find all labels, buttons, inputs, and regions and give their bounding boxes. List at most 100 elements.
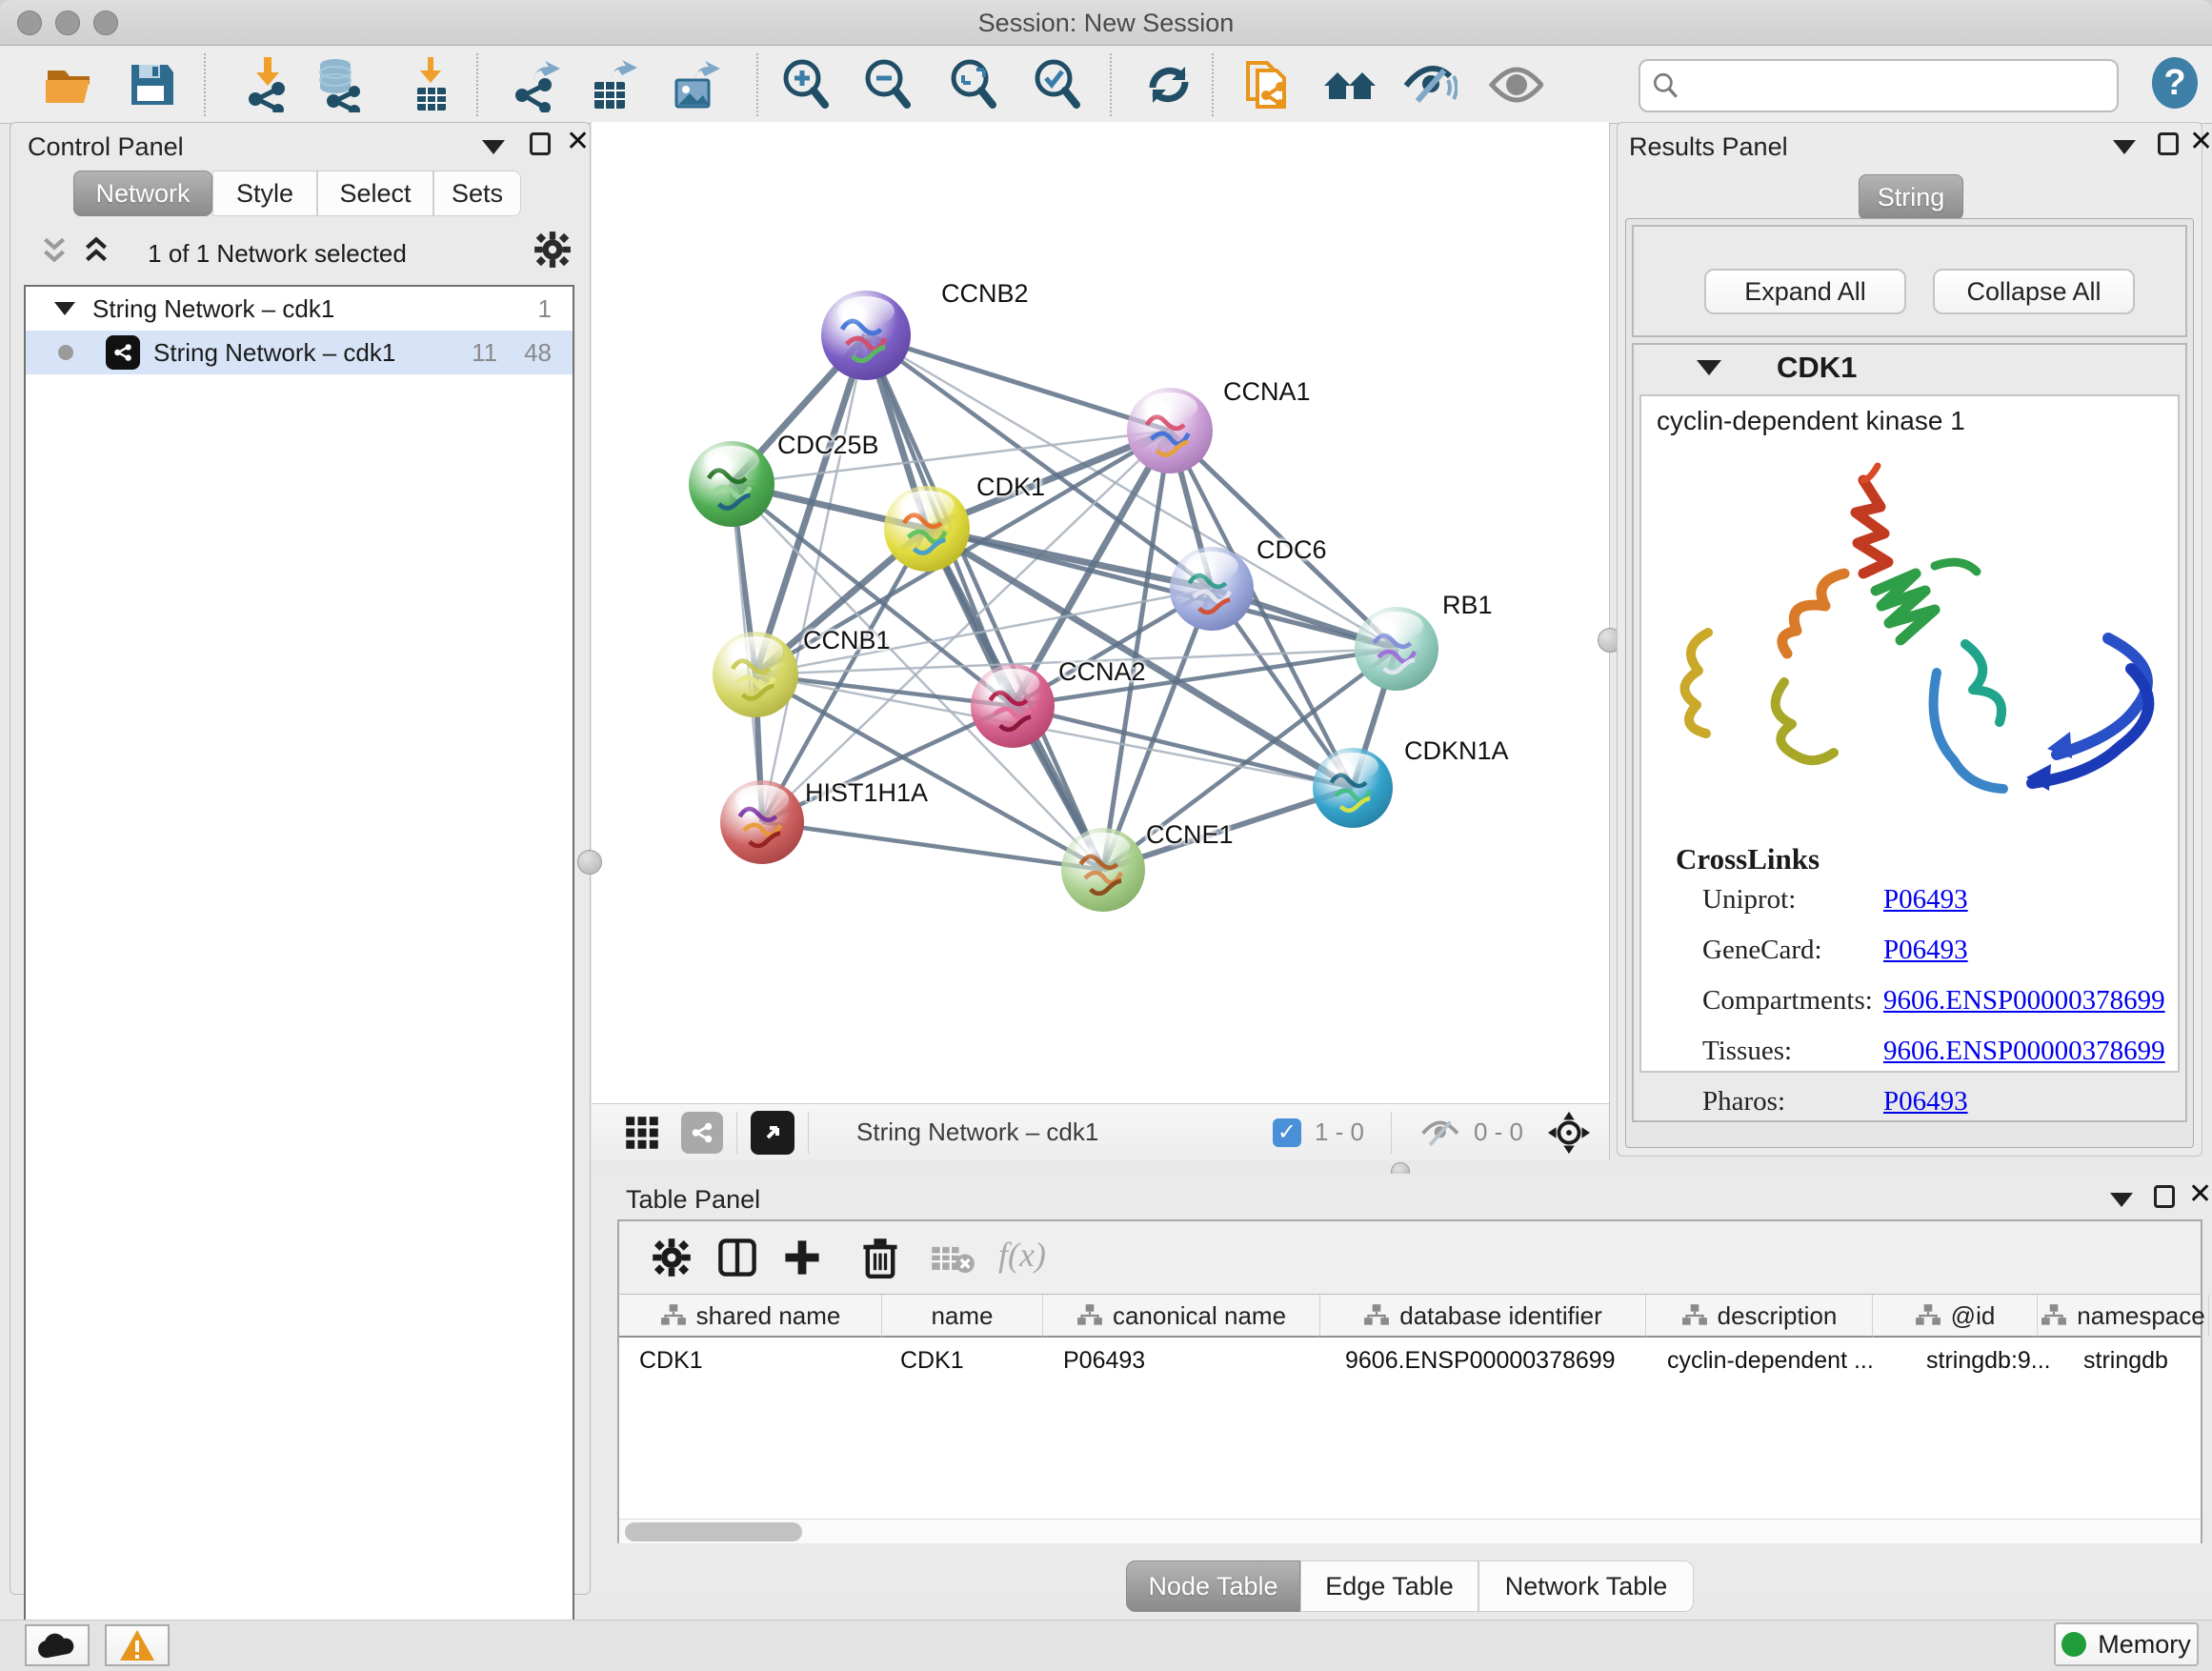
tab-style[interactable]: Style (212, 171, 317, 216)
clone-network-icon[interactable] (1238, 57, 1294, 112)
node-CCNB1[interactable] (713, 632, 798, 717)
import-network-file-icon[interactable] (240, 57, 295, 112)
save-session-icon[interactable] (124, 57, 179, 112)
column-header--id[interactable]: @id (1873, 1295, 2038, 1337)
current-network-title: String Network – cdk1 (856, 1117, 1098, 1147)
home-neighbors-icon[interactable] (1322, 57, 1377, 112)
node-label-CDC6: CDC6 (1257, 535, 1327, 565)
create-column-icon[interactable] (781, 1237, 823, 1278)
network-view-mode-icon[interactable] (681, 1112, 723, 1154)
cell-value[interactable]: CDK1 (900, 1347, 964, 1375)
maximize-panel-icon[interactable] (2158, 132, 2179, 155)
network-view-canvas[interactable]: CCNB2CCNA1CDC25BCDK1CDC6RB1CCNB1CCNA2CDK… (592, 122, 1610, 1103)
memory-button[interactable]: Memory (2054, 1622, 2199, 1666)
tab-select[interactable]: Select (317, 171, 433, 216)
node-RB1[interactable] (1355, 607, 1438, 691)
cell-value[interactable]: stringdb:9... (1926, 1347, 2051, 1375)
show-grid-icon[interactable] (624, 1115, 660, 1151)
cell-value[interactable]: P06493 (1063, 1347, 1145, 1375)
crosslink-link[interactable]: P06493 (1883, 1086, 1968, 1117)
node-CDKN1A[interactable] (1313, 748, 1393, 828)
scrollbar-thumb[interactable] (625, 1522, 802, 1541)
table-row[interactable]: CDK1 CDK1 P06493 9606.ENSP00000378699 cyclin… (619, 1338, 2201, 1379)
tab-network-table[interactable]: Network Table (1478, 1560, 1694, 1612)
toolbar-separator (1110, 53, 1112, 116)
expand-all-button[interactable]: Expand All (1704, 269, 1906, 314)
maximize-panel-icon[interactable] (530, 132, 551, 155)
table-options-gear-icon[interactable] (651, 1237, 693, 1278)
column-header-description[interactable]: description (1646, 1295, 1873, 1337)
node-CDC6[interactable] (1170, 547, 1254, 631)
node-HIST1H1A[interactable] (720, 780, 804, 864)
close-panel-icon[interactable]: ✕ (566, 131, 590, 153)
tab-string[interactable]: String (1859, 174, 1963, 220)
cell-value[interactable]: stringdb (2083, 1347, 2168, 1375)
help-icon[interactable]: ? (2147, 55, 2202, 111)
network-collection-row[interactable]: String Network – cdk1 1 (26, 287, 573, 331)
open-session-icon[interactable] (42, 57, 97, 112)
cell-value[interactable]: cyclin-dependent ... (1667, 1347, 1874, 1375)
gene-details: cyclin-dependent kinase 1 (1639, 394, 2180, 1073)
column-label: name (931, 1301, 993, 1331)
search-icon (1650, 70, 1680, 101)
zoom-in-icon[interactable] (777, 57, 833, 112)
zoom-selected-icon[interactable] (1029, 57, 1084, 112)
node-CDC25B[interactable] (689, 441, 774, 527)
tab-network[interactable]: Network (73, 171, 212, 216)
cloud-status-button[interactable] (25, 1624, 90, 1666)
edge-CCNB2-CCNA1[interactable] (866, 335, 1170, 431)
network-options-gear-icon[interactable] (533, 230, 573, 270)
tab-node-table[interactable]: Node Table (1126, 1560, 1300, 1612)
tab-edge-table[interactable]: Edge Table (1300, 1560, 1478, 1612)
maximize-panel-icon[interactable] (2154, 1185, 2175, 1208)
warnings-button[interactable] (105, 1624, 170, 1666)
hide-selected-icon[interactable] (1402, 57, 1458, 112)
cell-value[interactable]: 9606.ENSP00000378699 (1345, 1347, 1616, 1375)
column-header-name[interactable]: name (882, 1295, 1043, 1337)
tab-sets[interactable]: Sets (433, 171, 521, 216)
crosslink-link[interactable]: 9606.ENSP00000378699 (1883, 1036, 2165, 1066)
export-network-icon[interactable] (509, 57, 564, 112)
memory-status-icon (2061, 1632, 2086, 1657)
column-header-canonical-name[interactable]: canonical name (1043, 1295, 1320, 1337)
node-CCNB2[interactable] (821, 291, 911, 380)
crosslink-link[interactable]: P06493 (1883, 884, 1968, 915)
node-CCNE1[interactable] (1061, 828, 1145, 912)
export-table-icon[interactable] (585, 57, 640, 112)
birdseye-view-icon[interactable] (751, 1111, 794, 1155)
fit-content-crosshair-icon[interactable] (1546, 1110, 1592, 1156)
section-collapse-icon[interactable] (1697, 360, 1721, 375)
float-panel-icon[interactable] (2110, 1193, 2133, 1207)
close-panel-icon[interactable]: ✕ (2189, 131, 2212, 153)
show-all-icon[interactable] (1488, 57, 1543, 112)
selected-checkbox-icon[interactable]: ✓ (1273, 1118, 1301, 1147)
crosslink-link[interactable]: P06493 (1883, 935, 1968, 965)
crosslink-link[interactable]: 9606.ENSP00000378699 (1883, 985, 2165, 1016)
search-input[interactable] (1690, 70, 2117, 102)
node-CDK1[interactable] (884, 486, 970, 572)
zoom-fit-icon[interactable] (945, 57, 1000, 112)
float-panel-icon[interactable] (482, 140, 505, 154)
network-row[interactable]: String Network – cdk1 11 48 (26, 331, 573, 374)
node-label-RB1: RB1 (1442, 591, 1493, 620)
delete-column-icon[interactable] (859, 1237, 901, 1278)
column-header-namespace[interactable]: namespace (2038, 1295, 2209, 1337)
collapse-all-button[interactable]: Collapse All (1933, 269, 2135, 314)
column-header-shared-name[interactable]: shared name (619, 1295, 882, 1337)
node-CCNA2[interactable] (971, 664, 1055, 748)
export-image-icon[interactable] (669, 57, 724, 112)
float-panel-icon[interactable] (2113, 140, 2136, 154)
edge-HIST1H1A-CCNE1[interactable] (762, 822, 1103, 870)
show-columns-icon[interactable] (716, 1237, 758, 1278)
tree-expand-icon[interactable] (54, 302, 75, 315)
cell-value[interactable]: CDK1 (639, 1347, 703, 1375)
column-header-database-identifier[interactable]: database identifier (1320, 1295, 1646, 1337)
import-table-file-icon[interactable] (404, 57, 459, 112)
network-bullet-icon (58, 345, 73, 360)
apply-layout-icon[interactable] (1141, 57, 1196, 112)
import-network-database-icon[interactable] (312, 57, 368, 112)
close-panel-icon[interactable]: ✕ (2188, 1183, 2212, 1206)
left-splitter-handle[interactable] (577, 850, 602, 875)
zoom-out-icon[interactable] (859, 57, 915, 112)
node-CCNA1[interactable] (1127, 388, 1213, 473)
